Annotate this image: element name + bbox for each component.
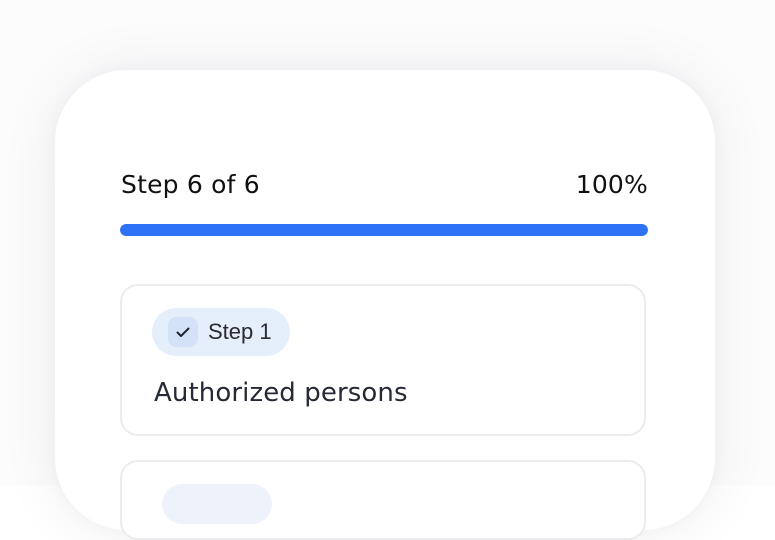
step-badge: Step 1 [152,308,290,356]
step-title: Authorized persons [154,378,408,408]
progress-bar-fill [120,224,648,236]
step-badge-label: Step 1 [208,319,272,344]
progress-bar [120,224,648,236]
step-counter: Step 6 of 6 [121,169,260,199]
step-badge-partial [162,484,272,524]
step-card[interactable]: Step 1 Authorized persons [120,284,646,436]
progress-percent: 100% [575,169,648,199]
progress-header: Step 6 of 6 100% [121,164,648,204]
check-icon [168,317,198,347]
step-card-next[interactable] [120,460,646,540]
